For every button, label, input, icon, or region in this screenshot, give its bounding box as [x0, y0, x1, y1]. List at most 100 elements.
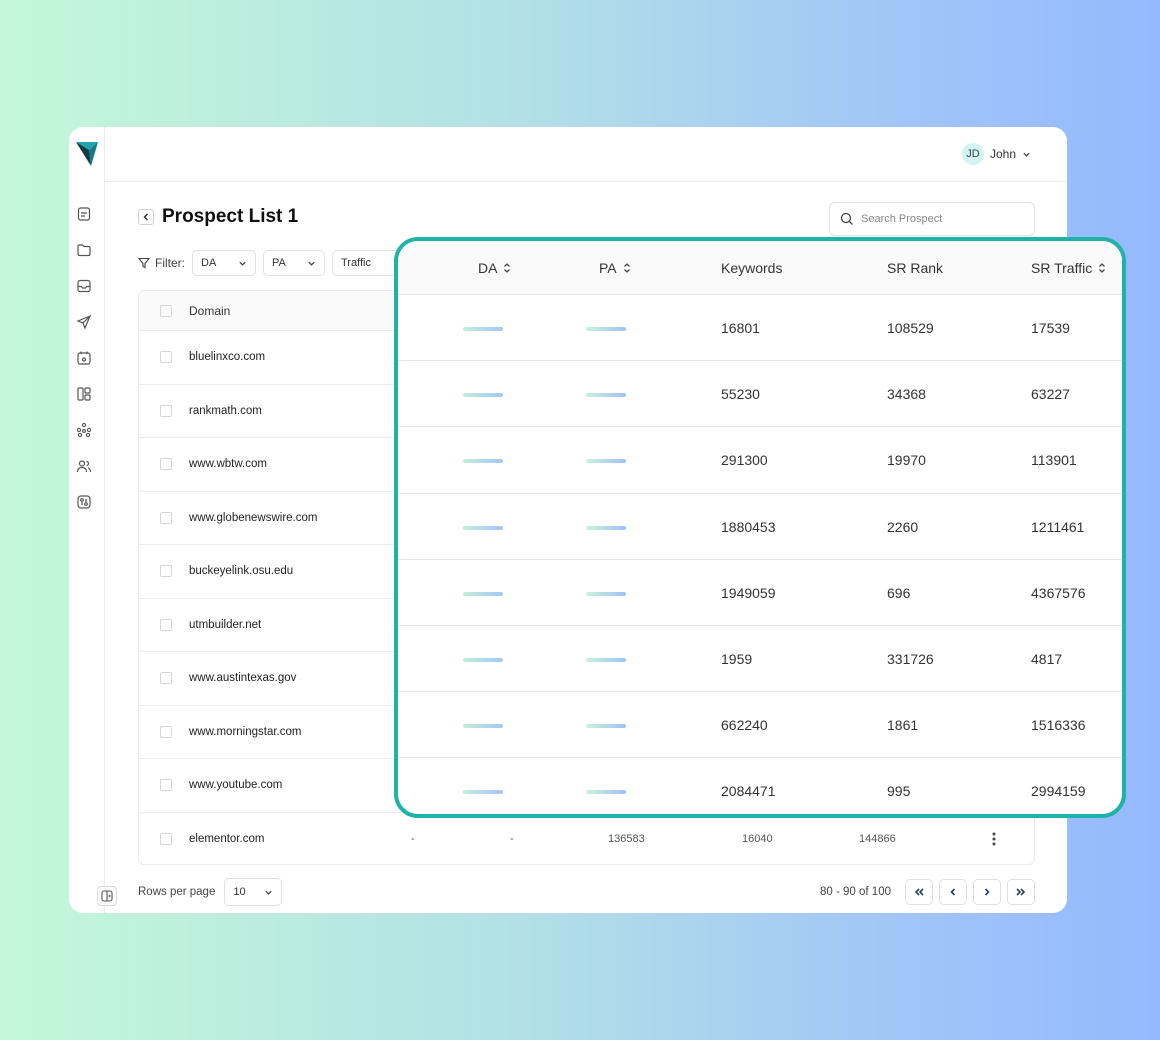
sr-traffic-cell: 63227 — [1031, 386, 1070, 403]
pa-loading-bar — [586, 657, 626, 662]
metrics-row[interactable]: 16801 108529 17539 — [398, 295, 1122, 362]
row-checkbox[interactable] — [160, 458, 172, 471]
filter-select-label: Traffic — [341, 257, 371, 269]
rows-per-page-select[interactable]: 10 — [224, 878, 283, 906]
row-checkbox[interactable] — [160, 833, 172, 846]
column-header-da[interactable]: DA — [478, 260, 512, 276]
da-cell: - — [411, 833, 415, 846]
sort-icon — [1099, 263, 1106, 273]
network-icon[interactable] — [76, 422, 92, 438]
pa-loading-bar — [586, 327, 626, 331]
chevrons-right-icon — [1016, 888, 1026, 896]
last-page-button[interactable] — [1007, 879, 1035, 905]
folder-icon[interactable] — [76, 242, 92, 258]
column-header-keywords[interactable]: Keywords — [721, 260, 782, 276]
sr-rank-cell: 696 — [887, 584, 911, 601]
rows-per-page-value: 10 — [233, 886, 246, 898]
pa-loading-bar — [586, 525, 626, 530]
row-checkbox[interactable] — [160, 618, 172, 631]
domain-cell: www.youtube.com — [189, 779, 283, 792]
search-box[interactable] — [829, 202, 1035, 236]
keywords-cell: 55230 — [721, 386, 760, 403]
metrics-row[interactable]: 55230 34368 63227 — [398, 361, 1122, 428]
column-header-label: DA — [478, 260, 498, 276]
avatar: JD — [961, 143, 984, 165]
integrations-icon[interactable] — [76, 494, 92, 510]
row-checkbox[interactable] — [160, 672, 172, 685]
column-header-pa[interactable]: PA — [599, 260, 632, 276]
row-checkbox[interactable] — [160, 404, 172, 417]
user-menu[interactable]: JD John — [961, 143, 1031, 165]
pa-loading-bar — [586, 790, 626, 795]
metrics-row[interactable]: 1959 331726 4817 — [398, 626, 1122, 693]
calendar-icon[interactable] — [76, 350, 92, 366]
chevron-right-icon — [984, 888, 990, 896]
document-icon[interactable] — [76, 206, 92, 222]
search-input[interactable] — [861, 213, 1011, 225]
metrics-zoom-panel: DA PA Keywords SR Rank SR Traffic 16801 … — [394, 237, 1126, 818]
row-checkbox[interactable] — [160, 565, 172, 578]
dashboard-icon[interactable] — [76, 386, 92, 402]
users-icon[interactable] — [76, 458, 92, 474]
domain-cell: utmbuilder.net — [189, 618, 262, 631]
chevron-down-icon — [265, 890, 273, 895]
sidebar-collapse-button[interactable] — [97, 886, 117, 906]
column-header-sr-traffic[interactable]: SR Traffic — [1031, 260, 1107, 276]
sr-traffic-cell: 2994159 — [1031, 783, 1086, 800]
column-header-label: SR Traffic — [1031, 260, 1093, 276]
inbox-icon[interactable] — [76, 278, 92, 294]
da-loading-bar — [463, 724, 503, 729]
domain-cell: elementor.com — [189, 833, 265, 846]
sr-rank-cell: 1861 — [887, 717, 919, 734]
metrics-row[interactable]: 1949059 696 4367576 — [398, 560, 1122, 626]
keywords-cell: 662240 — [721, 717, 768, 734]
sr-traffic-cell: 4367576 — [1031, 584, 1086, 601]
domain-cell: www.globenewswire.com — [189, 511, 318, 524]
metrics-row[interactable]: 1880453 2260 1211461 — [398, 494, 1122, 560]
sr-rank-cell: 2260 — [887, 518, 919, 535]
column-header-domain: Domain — [189, 303, 231, 318]
row-checkbox[interactable] — [160, 779, 172, 792]
column-header-label: Keywords — [721, 260, 783, 276]
send-icon[interactable] — [76, 314, 92, 330]
da-loading-bar — [463, 327, 503, 331]
sr-traffic-cell: 113901 — [1031, 452, 1077, 469]
table-row[interactable]: elementor.com - - 136583 16040 144866 — [139, 813, 1034, 865]
user-name: John — [989, 147, 1016, 161]
first-page-button[interactable] — [905, 879, 933, 905]
pa-cell: - — [510, 833, 514, 846]
pa-loading-bar — [586, 724, 626, 729]
pagination-controls: 80 - 90 of 100 — [820, 879, 1035, 905]
keywords-cell: 136583 — [608, 833, 645, 846]
row-checkbox[interactable] — [160, 725, 172, 738]
keywords-cell: 1959 — [721, 650, 753, 667]
select-all-checkbox[interactable] — [160, 304, 172, 317]
sr-traffic-cell: 4817 — [1031, 650, 1063, 667]
chevron-down-icon — [1023, 152, 1030, 157]
filter-select-da[interactable]: DA — [192, 250, 256, 276]
keywords-cell: 1880453 — [721, 518, 776, 535]
sr-rank-cell: 19970 — [887, 452, 926, 469]
metrics-row[interactable]: 291300 19970 113901 — [398, 427, 1122, 494]
next-page-button[interactable] — [973, 879, 1001, 905]
sr-traffic-cell: 17539 — [1031, 320, 1070, 336]
pa-loading-bar — [586, 591, 626, 596]
domain-cell: www.wbtw.com — [189, 458, 267, 471]
page-title: Prospect List 1 — [162, 206, 299, 227]
more-options-icon[interactable] — [992, 832, 996, 846]
da-loading-bar — [463, 790, 503, 795]
previous-page-button[interactable] — [939, 879, 967, 905]
column-header-sr-rank[interactable]: SR Rank — [887, 260, 943, 276]
filter-select-pa[interactable]: PA — [263, 250, 325, 276]
back-button[interactable] — [138, 209, 154, 225]
row-checkbox[interactable] — [160, 351, 172, 364]
filter-icon — [138, 257, 150, 269]
row-checkbox[interactable] — [160, 511, 172, 524]
pa-loading-bar — [586, 393, 626, 398]
sr-traffic-cell: 1211461 — [1031, 518, 1085, 535]
column-header-label: PA — [599, 260, 617, 276]
metrics-row[interactable]: 2084471 995 2994159 — [398, 758, 1122, 814]
brand-logo[interactable] — [75, 141, 99, 167]
domain-cell: bluelinxco.com — [189, 351, 266, 364]
metrics-row[interactable]: 662240 1861 1516336 — [398, 692, 1122, 759]
